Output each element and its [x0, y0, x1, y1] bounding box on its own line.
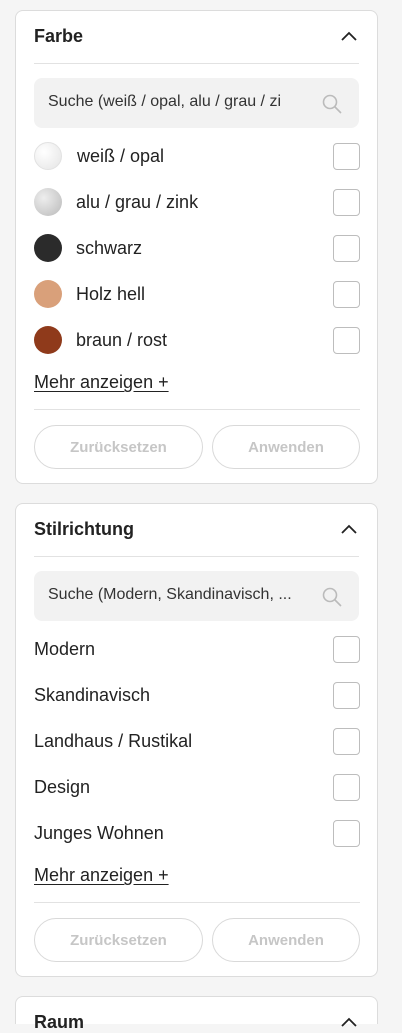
- filter-header[interactable]: Raum: [34, 997, 359, 1032]
- apply-button[interactable]: Anwenden: [212, 918, 360, 962]
- color-option[interactable]: weiß / opal: [34, 139, 360, 175]
- option-label: weiß / opal: [77, 146, 165, 166]
- option-checkbox[interactable]: [333, 235, 360, 262]
- option-checkbox[interactable]: [333, 682, 360, 709]
- chevron-up-icon[interactable]: [339, 1015, 359, 1029]
- filter-title: Raum: [34, 1012, 85, 1032]
- option-label: schwarz: [76, 238, 143, 258]
- search-icon: [322, 587, 342, 607]
- color-option[interactable]: braun / rost: [34, 323, 360, 359]
- option-checkbox[interactable]: [333, 820, 360, 847]
- search-icon: [322, 94, 342, 114]
- option-label: alu / grau / zink: [76, 192, 199, 212]
- search-input[interactable]: Suche (Modern, Skandinavisch, ...: [34, 571, 359, 621]
- filter-panel-farbe: Farbe Suche (weiß / opal, alu / grau / z…: [15, 10, 378, 484]
- option-label: Landhaus / Rustikal: [34, 731, 193, 751]
- option-label: Design: [34, 777, 91, 797]
- divider: [34, 409, 360, 410]
- search-placeholder: Suche (Modern, Skandinavisch, ...: [48, 586, 292, 603]
- option-checkbox[interactable]: [333, 774, 360, 801]
- filter-header[interactable]: Stilrichtung: [34, 504, 359, 557]
- option-checkbox[interactable]: [333, 281, 360, 308]
- style-option[interactable]: Modern: [34, 632, 360, 668]
- style-option[interactable]: Junges Wohnen: [34, 816, 360, 852]
- filter-title: Stilrichtung: [34, 519, 134, 539]
- show-more-link[interactable]: Mehr anzeigen +: [34, 865, 169, 886]
- filter-panel-stilrichtung: Stilrichtung Suche (Modern, Skandinavisc…: [15, 503, 378, 977]
- color-option[interactable]: alu / grau / zink: [34, 185, 360, 221]
- option-checkbox[interactable]: [333, 189, 360, 216]
- option-checkbox[interactable]: [333, 636, 360, 663]
- option-checkbox[interactable]: [333, 728, 360, 755]
- option-label: Junges Wohnen: [34, 823, 164, 843]
- color-swatch: [34, 142, 62, 170]
- color-option[interactable]: Holz hell: [34, 277, 360, 313]
- chevron-up-icon[interactable]: [339, 522, 359, 536]
- color-swatch: [34, 326, 62, 354]
- filter-header[interactable]: Farbe: [34, 11, 359, 64]
- search-input[interactable]: Suche (weiß / opal, alu / grau / zi: [34, 78, 359, 128]
- divider: [34, 902, 360, 903]
- style-option[interactable]: Skandinavisch: [34, 678, 360, 714]
- option-label: braun / rost: [76, 330, 168, 350]
- reset-button[interactable]: Zurücksetzen: [34, 918, 203, 962]
- color-swatch: [34, 280, 62, 308]
- show-more-link[interactable]: Mehr anzeigen +: [34, 372, 169, 393]
- search-placeholder: Suche (weiß / opal, alu / grau / zi: [48, 93, 281, 110]
- apply-button[interactable]: Anwenden: [212, 425, 360, 469]
- option-label: Skandinavisch: [34, 685, 151, 705]
- option-checkbox[interactable]: [333, 143, 360, 170]
- style-option[interactable]: Design: [34, 770, 360, 806]
- filter-title: Farbe: [34, 26, 84, 46]
- color-option[interactable]: schwarz: [34, 231, 360, 267]
- option-checkbox[interactable]: [333, 327, 360, 354]
- option-label: Holz hell: [76, 284, 146, 304]
- option-label: Modern: [34, 639, 96, 659]
- filter-panel-raum: Raum: [15, 996, 378, 1032]
- color-swatch: [34, 234, 62, 262]
- style-option[interactable]: Landhaus / Rustikal: [34, 724, 360, 760]
- color-swatch: [34, 188, 62, 216]
- chevron-up-icon[interactable]: [339, 29, 359, 43]
- reset-button[interactable]: Zurücksetzen: [34, 425, 203, 469]
